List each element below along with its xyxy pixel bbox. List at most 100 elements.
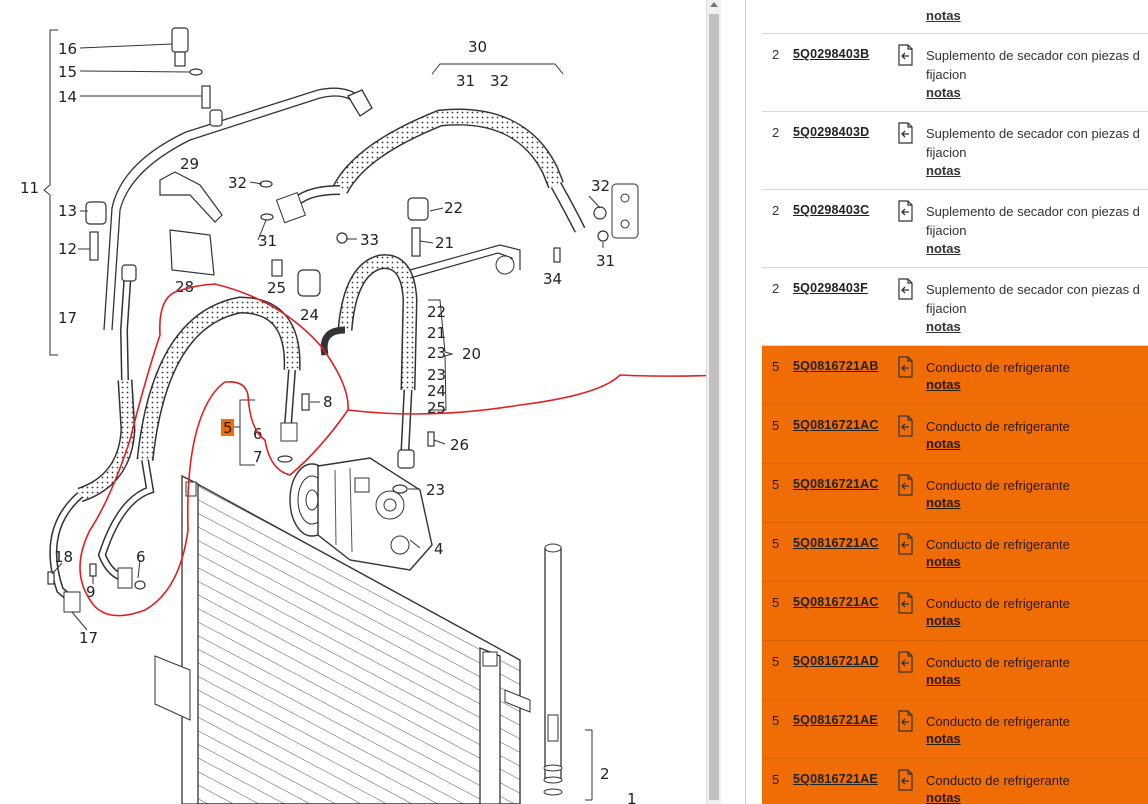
- part-description: Suplemento de secador con piezas d fijaci…: [926, 202, 1140, 240]
- parts-row[interactable]: 5 5Q0816721AE Conducto de refrigerante n…: [762, 700, 1148, 759]
- notes-link[interactable]: notas: [926, 163, 961, 178]
- callout: 17: [79, 629, 98, 647]
- part-number-link[interactable]: 5Q0816721AC: [793, 536, 879, 550]
- callout: 26: [450, 436, 469, 454]
- desc-line1: Suplemento de secador con piezas d: [926, 48, 1140, 63]
- callout: 20: [462, 345, 481, 363]
- parts-diagram[interactable]: 30 31 32 16 15 14 11 13 12 17 29 32 22 3…: [0, 0, 706, 804]
- document-arrow-icon[interactable]: [895, 651, 915, 673]
- part-number-link[interactable]: 5Q0816721AE: [793, 772, 878, 786]
- callout: 32: [490, 72, 509, 90]
- callout: 1: [627, 790, 637, 804]
- parts-row[interactable]: 5 5Q0816721AC Conducto de refrigerante n…: [762, 464, 1148, 523]
- rear-pipe: [103, 87, 373, 331]
- part-number-link[interactable]: 5Q0298403B: [793, 47, 869, 61]
- parts-row[interactable]: 2 5Q0298403C Suplemento de secador con p…: [762, 190, 1148, 268]
- part-description: Suplemento de secador con piezas d fijaci…: [926, 46, 1140, 84]
- notes-link[interactable]: notas: [926, 85, 961, 100]
- document-arrow-icon[interactable]: [895, 769, 915, 791]
- part-description: Conducto de refrigerante: [926, 417, 1070, 436]
- diagram-scrollbar[interactable]: [706, 0, 721, 804]
- callout: 8: [323, 393, 333, 411]
- part-description: Conducto de refrigerante: [926, 771, 1070, 790]
- parts-row[interactable]: 2 5Q0298403F Suplemento de secador con p…: [762, 268, 1148, 346]
- notes-link[interactable]: notas: [926, 790, 961, 804]
- desc-line2: fijacion: [926, 145, 967, 160]
- part-number-link[interactable]: 5Q0816721AD: [793, 654, 879, 668]
- parts-row[interactable]: 5 5Q0816721AC Conducto de refrigerante n…: [762, 405, 1148, 464]
- part-number-link[interactable]: 5Q0816721AC: [793, 595, 879, 609]
- desc-line1: Conducto de refrigerante: [926, 655, 1070, 670]
- document-arrow-icon[interactable]: [895, 710, 915, 732]
- document-arrow-icon[interactable]: [895, 592, 915, 614]
- part-number-link[interactable]: 5Q0298403D: [793, 125, 869, 139]
- callout: 22: [444, 199, 463, 217]
- quantity: 2: [772, 203, 780, 218]
- quantity: 5: [772, 359, 780, 374]
- scroll-up-arrow-icon[interactable]: [710, 2, 718, 7]
- parts-row-partial: notas: [762, 0, 1148, 34]
- callout: 23: [426, 481, 445, 499]
- document-arrow-icon[interactable]: [895, 122, 915, 144]
- parts-row[interactable]: 5 5Q0816721AB Conducto de refrigerante n…: [762, 346, 1148, 405]
- desc-line1: Conducto de refrigerante: [926, 773, 1070, 788]
- callout: 13: [58, 202, 77, 220]
- document-arrow-icon[interactable]: [895, 200, 915, 222]
- callout: 18: [54, 548, 73, 566]
- callout: 29: [180, 155, 199, 173]
- notes-link[interactable]: notas: [926, 8, 961, 23]
- part-number-link[interactable]: 5Q0816721AC: [793, 477, 879, 491]
- parts-row[interactable]: 2 5Q0298403D Suplemento de secador con p…: [762, 112, 1148, 190]
- parts-row[interactable]: 5 5Q0816721AC Conducto de refrigerante n…: [762, 582, 1148, 641]
- parts-row[interactable]: 5 5Q0816721AE Conducto de refrigerante n…: [762, 759, 1148, 804]
- scroll-thumb[interactable]: [709, 14, 719, 800]
- document-arrow-icon[interactable]: [895, 278, 915, 300]
- callout: 23: [427, 344, 446, 362]
- callout: 12: [58, 240, 77, 258]
- callout: 21: [427, 324, 446, 342]
- callout: 34: [543, 270, 562, 288]
- document-arrow-icon[interactable]: [895, 44, 915, 66]
- document-arrow-icon[interactable]: [895, 356, 915, 378]
- callout: 16: [58, 40, 77, 58]
- callout: 9: [86, 583, 96, 601]
- hose-30: [275, 108, 639, 239]
- document-arrow-icon[interactable]: [895, 415, 915, 437]
- desc-line1: Conducto de refrigerante: [926, 478, 1070, 493]
- notes-link[interactable]: notas: [926, 436, 961, 451]
- quantity: 2: [772, 125, 780, 140]
- notes-link[interactable]: notas: [926, 613, 961, 628]
- desc-line1: Suplemento de secador con piezas d: [926, 204, 1140, 219]
- callout: 7: [253, 448, 263, 466]
- quantity: 2: [772, 47, 780, 62]
- notes-link[interactable]: notas: [926, 377, 961, 392]
- notes-link[interactable]: notas: [926, 731, 961, 746]
- quantity: 5: [772, 536, 780, 551]
- parts-row[interactable]: 5 5Q0816721AD Conducto de refrigerante n…: [762, 641, 1148, 700]
- desc-line2: fijacion: [926, 223, 967, 238]
- part-number-link[interactable]: 5Q0816721AC: [793, 418, 879, 432]
- callout: 32: [591, 177, 610, 195]
- notes-link[interactable]: notas: [926, 495, 961, 510]
- callout: 30: [468, 38, 487, 56]
- document-arrow-icon[interactable]: [895, 533, 915, 555]
- callout: 31: [596, 252, 615, 270]
- callout: 33: [360, 231, 379, 249]
- part-number-link[interactable]: 5Q0816721AE: [793, 713, 878, 727]
- notes-link[interactable]: notas: [926, 241, 961, 256]
- callout: 4: [434, 540, 444, 558]
- parts-row[interactable]: 5 5Q0816721AC Conducto de refrigerante n…: [762, 523, 1148, 582]
- notes-link[interactable]: notas: [926, 672, 961, 687]
- desc-line1: Conducto de refrigerante: [926, 596, 1070, 611]
- part-description: Conducto de refrigerante: [926, 712, 1070, 731]
- part-number-link[interactable]: 5Q0298403F: [793, 281, 868, 295]
- document-arrow-icon[interactable]: [895, 474, 915, 496]
- parts-row[interactable]: 2 5Q0298403B Suplemento de secador con p…: [762, 34, 1148, 112]
- part-number-link[interactable]: 5Q0298403C: [793, 203, 869, 217]
- quantity: 5: [772, 418, 780, 433]
- desc-line1: Conducto de refrigerante: [926, 537, 1070, 552]
- notes-link[interactable]: notas: [926, 554, 961, 569]
- quantity: 5: [772, 477, 780, 492]
- notes-link[interactable]: notas: [926, 319, 961, 334]
- part-number-link[interactable]: 5Q0816721AB: [793, 359, 879, 373]
